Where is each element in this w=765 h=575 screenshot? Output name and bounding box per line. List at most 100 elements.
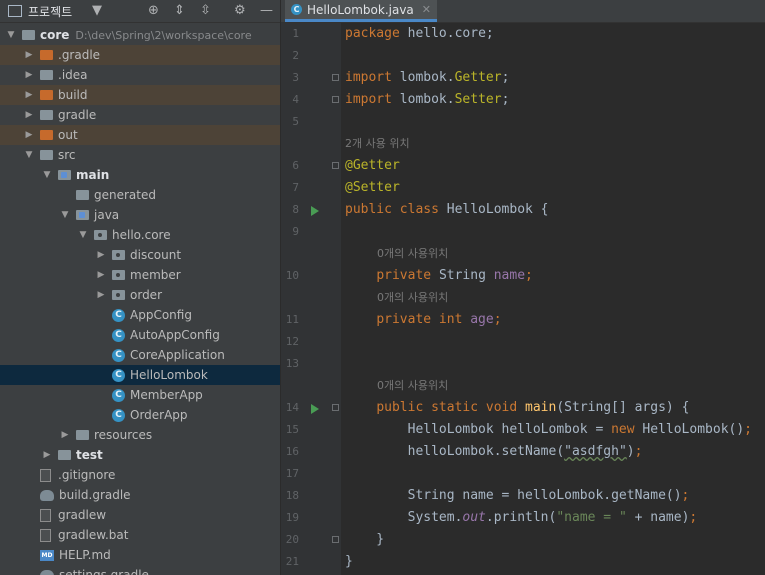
tree-item[interactable]: ▶ order [0, 285, 280, 305]
chevron-right-icon[interactable]: ▶ [24, 50, 34, 60]
tree-item[interactable]: C AutoAppConfig [0, 325, 280, 345]
project-path: D:\dev\Spring\2\workspace\core [75, 28, 252, 42]
run-gutter-icon[interactable] [311, 404, 319, 414]
tree-item[interactable]: ▶ gradle [0, 105, 280, 125]
chevron-right-icon[interactable]: ▶ [60, 430, 70, 440]
tree-item[interactable]: C AppConfig [0, 305, 280, 325]
run-gutter-icon[interactable] [311, 206, 319, 216]
tree-item[interactable]: ▶ build [0, 85, 280, 105]
chevron-right-icon[interactable]: ▶ [24, 90, 34, 100]
tree-item-label: discount [130, 248, 182, 262]
code-line: 20 } [281, 529, 765, 551]
line-number: 2 [292, 49, 299, 62]
tree-item[interactable]: ▶ resources [0, 425, 280, 445]
code-token: new [611, 422, 643, 437]
tree-item[interactable]: generated [0, 185, 280, 205]
tree-item[interactable]: ▼ src [0, 145, 280, 165]
source-folder-icon [58, 170, 71, 180]
chevron-right-icon[interactable]: ▶ [24, 130, 34, 140]
folder-icon [58, 450, 71, 460]
code-text: } [345, 551, 353, 573]
tree-item-label: member [130, 268, 181, 282]
fold-marker-icon[interactable] [332, 74, 339, 81]
package-icon [112, 270, 125, 280]
chevron-right-icon[interactable]: ▶ [96, 270, 106, 280]
tree-item[interactable]: settings.gradle [0, 565, 280, 575]
tree-item[interactable]: gradlew [0, 505, 280, 525]
code-text: private String name; [345, 265, 533, 287]
line-number: 20 [285, 533, 299, 546]
excluded-folder-icon [40, 90, 53, 100]
tree-item[interactable]: C CoreApplication [0, 345, 280, 365]
chevron-down-icon[interactable]: ▼ [60, 210, 70, 220]
tree-item[interactable]: ▶ out [0, 125, 280, 145]
tree-item[interactable]: MD HELP.md [0, 545, 280, 565]
code-line: 9 [281, 221, 765, 243]
code-token: + name) [626, 510, 690, 525]
resources-folder-icon [76, 430, 89, 440]
chevron-down-icon[interactable]: ▼ [6, 30, 16, 40]
tree-item[interactable]: ▶ discount [0, 245, 280, 265]
usage-hint[interactable]: 0개의 사용위치 [377, 375, 448, 397]
line-number: 13 [285, 357, 299, 370]
collapse-all-icon[interactable]: ⇳ [200, 3, 211, 18]
close-icon[interactable]: ✕ [422, 3, 431, 16]
tree-item[interactable]: ▼ core D:\dev\Spring\2\workspace\core [0, 25, 280, 45]
tree-item-label: CoreApplication [130, 348, 225, 362]
fold-marker-icon[interactable] [332, 96, 339, 103]
tree-item[interactable]: C OrderApp [0, 405, 280, 425]
dropdown-chevron-icon[interactable]: ▼ [92, 3, 102, 18]
editor-tab-bar: C HelloLombok.java ✕ [281, 0, 765, 23]
fold-marker-icon[interactable] [332, 162, 339, 169]
tree-item-label: HELP.md [59, 548, 111, 562]
tree-item[interactable]: ▼ hello.core [0, 225, 280, 245]
line-number: 21 [285, 555, 299, 568]
chevron-right-icon[interactable]: ▶ [24, 110, 34, 120]
chevron-right-icon[interactable]: ▶ [24, 70, 34, 80]
tab-hellolombok[interactable]: C HelloLombok.java ✕ [285, 0, 438, 22]
tree-item[interactable]: ▶ member [0, 265, 280, 285]
tree-item[interactable]: gradlew.bat [0, 525, 280, 545]
tree-item-label: hello.core [112, 228, 171, 242]
usage-hint[interactable]: 0개의 사용위치 [377, 287, 448, 309]
project-panel-title[interactable]: 프로젝트 [28, 3, 72, 20]
code-editor[interactable]: 1 package hello.core; 2 3 import lombok.Gett… [281, 23, 765, 575]
code-line: 21} [281, 551, 765, 573]
tree-item[interactable]: C MemberApp [0, 385, 280, 405]
usage-hint[interactable]: 2개 사용 위치 [345, 133, 410, 155]
gear-icon[interactable]: ⚙ [234, 3, 246, 18]
tree-item[interactable]: ▼ main [0, 165, 280, 185]
line-number: 12 [285, 335, 299, 348]
tree-item-label: gradle [58, 108, 97, 122]
line-number: 8 [292, 203, 299, 216]
tree-item[interactable]: ▼ java [0, 205, 280, 225]
tree-item[interactable]: C HelloLombok [0, 365, 280, 385]
chevron-right-icon[interactable]: ▶ [42, 450, 52, 460]
chevron-down-icon[interactable]: ▼ [24, 150, 34, 160]
code-token: .println( [485, 510, 557, 525]
expand-all-icon[interactable]: ⇕ [174, 3, 185, 18]
usage-hint[interactable]: 0개의 사용위치 [377, 243, 448, 265]
fold-marker-icon[interactable] [332, 536, 339, 543]
tree-item[interactable]: ▶ .gradle [0, 45, 280, 65]
code-token: ; [681, 488, 690, 503]
code-token: String name = helloLombok.getName() [345, 488, 682, 503]
tree-item[interactable]: .gitignore [0, 465, 280, 485]
code-line: 6 @Getter [281, 155, 765, 177]
chevron-down-icon[interactable]: ▼ [78, 230, 88, 240]
chevron-down-icon[interactable]: ▼ [42, 170, 52, 180]
fold-marker-icon[interactable] [332, 404, 339, 411]
chevron-right-icon[interactable]: ▶ [96, 250, 106, 260]
chevron-right-icon[interactable]: ▶ [96, 290, 106, 300]
code-text: import lombok.Getter; [345, 67, 517, 89]
code-token: out [462, 510, 486, 525]
usage-hint-line: 0개의 사용위치 [281, 287, 765, 309]
code-token: } [345, 532, 385, 547]
locate-target-icon[interactable]: ⊕ [148, 3, 159, 18]
code-text: String name = helloLombok.getName(); [345, 485, 690, 507]
code-token: ; [689, 510, 698, 525]
tree-item[interactable]: build.gradle [0, 485, 280, 505]
tree-item[interactable]: ▶ test [0, 445, 280, 465]
tree-item[interactable]: ▶ .idea [0, 65, 280, 85]
minimize-icon[interactable]: — [260, 3, 273, 18]
